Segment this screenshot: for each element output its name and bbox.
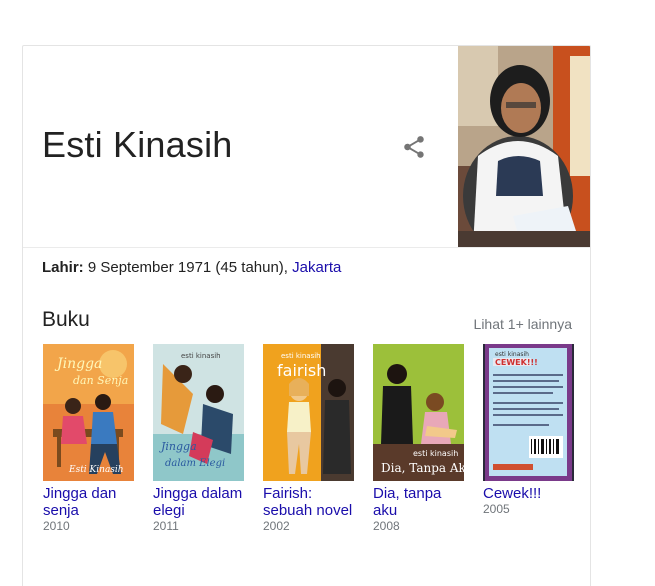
svg-text:Esti Kinasih: Esti Kinasih <box>68 465 124 475</box>
svg-text:Dia, Tanpa Aku: Dia, Tanpa Aku <box>381 461 464 475</box>
knowledge-panel: Esti Kinasih Lahir: 9 September 1971 (45… <box>22 45 591 586</box>
book-cover[interactable]: esti kinasih Dia, Tanpa Aku <box>373 344 464 481</box>
book-item[interactable]: esti kinasih fairish Fairish: sebuah nov… <box>263 344 355 534</box>
born-value: 9 September 1971 (45 tahun), <box>83 259 293 276</box>
book-year: 2005 <box>483 502 510 516</box>
author-photo[interactable] <box>458 46 590 247</box>
svg-text:fairish: fairish <box>277 361 326 380</box>
book-title[interactable]: Cewek!!! <box>483 485 575 502</box>
svg-text:esti kinasih: esti kinasih <box>181 352 221 360</box>
book-title[interactable]: Jingga dalam elegi <box>153 485 245 519</box>
svg-text:Jingga: Jingga <box>159 440 197 453</box>
book-year: 2011 <box>153 519 179 533</box>
book-item[interactable]: esti kinasih Jingga dalam Elegi Jingga d… <box>153 344 245 534</box>
book-cover[interactable]: Jingga dan Senja Esti Kinasih <box>43 344 134 481</box>
book-cover[interactable]: esti kinasih Jingga dalam Elegi <box>153 344 244 481</box>
panel-header: Esti Kinasih <box>23 46 590 248</box>
book-item[interactable]: Jingga dan Senja Esti Kinasih Jingga dan… <box>43 344 135 534</box>
svg-text:CEWEK!!!: CEWEK!!! <box>495 358 538 367</box>
svg-text:Jingga: Jingga <box>54 356 102 372</box>
book-year: 2010 <box>43 519 70 533</box>
book-cover[interactable]: esti kinasih CEWEK!!! <box>483 344 574 481</box>
book-item[interactable]: esti kinasih Dia, Tanpa Aku Dia, tanpa a… <box>373 344 465 534</box>
svg-text:dan Senja: dan Senja <box>73 374 128 387</box>
book-year: 2008 <box>373 519 400 533</box>
book-title[interactable]: Fairish: sebuah novel <box>263 485 355 519</box>
book-year: 2002 <box>263 519 290 533</box>
books-section-title: Buku <box>42 308 90 331</box>
born-fact: Lahir: 9 September 1971 (45 tahun), Jaka… <box>42 259 341 276</box>
book-cover[interactable]: esti kinasih fairish <box>263 344 354 481</box>
svg-text:esti kinasih: esti kinasih <box>281 352 321 360</box>
share-icon[interactable] <box>401 134 427 160</box>
see-more-link[interactable]: Lihat 1+ lainnya <box>474 316 572 332</box>
svg-text:esti kinasih: esti kinasih <box>495 351 529 358</box>
entity-title: Esti Kinasih <box>42 124 233 165</box>
book-title[interactable]: Jingga dan senja <box>43 485 135 519</box>
book-item[interactable]: esti kinasih CEWEK!!! Cewek!!! 2005 <box>483 344 575 517</box>
born-place-link[interactable]: Jakarta <box>292 259 341 276</box>
svg-text:dalam Elegi: dalam Elegi <box>165 458 225 469</box>
book-title[interactable]: Dia, tanpa aku <box>373 485 465 519</box>
born-label: Lahir: <box>42 259 84 276</box>
svg-text:esti kinasih: esti kinasih <box>413 449 458 458</box>
